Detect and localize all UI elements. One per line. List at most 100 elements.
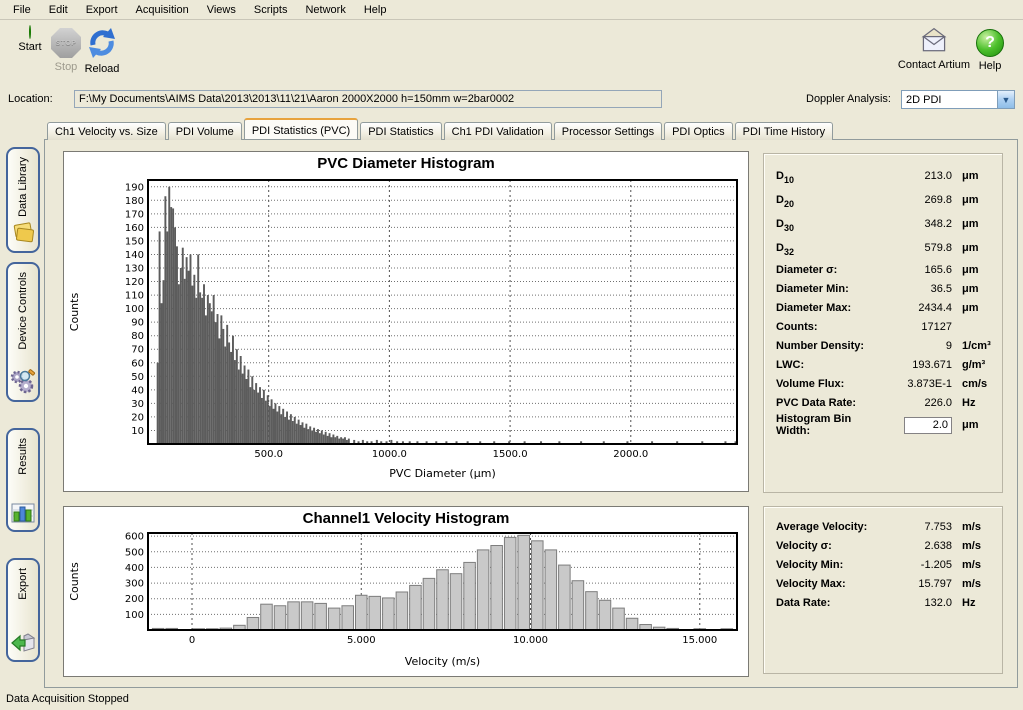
menu-bar: FileEditExportAcquisitionViewsScriptsNet… (0, 0, 1023, 20)
stat-value: 348.2 (880, 218, 952, 230)
stat-value: 226.0 (880, 397, 952, 409)
stat-label: Data Rate: (776, 597, 880, 609)
stat-unit: m/s (952, 559, 992, 571)
stat-value: 213.0 (880, 170, 952, 182)
stat-value: 3.873E-1 (880, 378, 952, 390)
stat-unit: 1/cm³ (952, 340, 992, 352)
stat-row: Diameter Max:2434.4μm (776, 298, 992, 317)
svg-text:30: 30 (131, 399, 144, 410)
export-arrow-icon (10, 632, 36, 654)
stat-unit: m/s (952, 521, 992, 533)
svg-text:1000.0: 1000.0 (372, 449, 407, 460)
location-row: Location: F:\My Documents\AIMS Data\2013… (0, 88, 1023, 112)
stat-value: 579.8 (880, 242, 952, 254)
stat-value: 17127 (880, 321, 952, 333)
svg-text:500.0: 500.0 (254, 449, 283, 460)
sidebar-item-data-library[interactable]: Data Library (6, 147, 40, 253)
stat-unit: μm (952, 170, 992, 182)
stat-row: Velocity σ:2.638m/s (776, 536, 992, 555)
stat-row: D10213.0μm (776, 164, 992, 188)
stat-label: Velocity σ: (776, 540, 880, 552)
help-button-label: Help (964, 60, 1016, 72)
tab-pdi-time-history[interactable]: PDI Time History (735, 122, 834, 140)
stat-unit: μm (952, 218, 992, 230)
stat-label: D32 (776, 242, 880, 254)
status-text: Data Acquisition Stopped (6, 693, 129, 705)
velocity-stats-panel: Average Velocity:7.753m/sVelocity σ:2.63… (763, 506, 1003, 674)
pvc-diameter-histogram-title: PVC Diameter Histogram (64, 152, 748, 172)
stat-row: Diameter Min:36.5μm (776, 279, 992, 298)
svg-text:130: 130 (125, 264, 144, 275)
stat-label: D30 (776, 218, 880, 230)
stat-value: 2.638 (880, 540, 952, 552)
stat-value: 193.671 (880, 359, 952, 371)
stat-unit: cm/s (952, 378, 992, 390)
menu-item-export[interactable]: Export (77, 2, 127, 18)
svg-text:0: 0 (189, 635, 195, 646)
svg-text:100: 100 (125, 304, 144, 315)
svg-text:2000.0: 2000.0 (613, 449, 648, 460)
svg-text:50: 50 (131, 372, 144, 383)
svg-text:600: 600 (125, 532, 144, 543)
tab-ch1-pdi-validation[interactable]: Ch1 PDI Validation (444, 122, 552, 140)
tab-ch1-velocity-vs-size[interactable]: Ch1 Velocity vs. Size (47, 122, 166, 140)
reload-button[interactable]: Reload (74, 26, 130, 75)
help-button[interactable]: ? Help (964, 26, 1016, 72)
tab-pdi-optics[interactable]: PDI Optics (664, 122, 733, 140)
contact-artium-label: Contact Artium (896, 59, 972, 71)
stat-label: PVC Data Rate: (776, 397, 880, 409)
svg-text:160: 160 (125, 223, 144, 234)
menu-item-file[interactable]: File (4, 2, 40, 18)
menu-item-network[interactable]: Network (296, 2, 354, 18)
tab-pdi-volume[interactable]: PDI Volume (168, 122, 242, 140)
svg-text:180: 180 (125, 196, 144, 207)
sidebar-item-results[interactable]: Results (6, 428, 40, 532)
stat-unit: g/m³ (952, 359, 992, 371)
svg-text:500: 500 (125, 547, 144, 558)
menu-item-edit[interactable]: Edit (40, 2, 77, 18)
folder-icon (10, 221, 36, 245)
stat-row: Average Velocity:7.753m/s (776, 517, 992, 536)
stat-value: 7.753 (880, 521, 952, 533)
svg-text:Velocity (m/s): Velocity (m/s) (405, 655, 480, 668)
stat-label: Volume Flux: (776, 378, 880, 390)
svg-text:200: 200 (125, 594, 144, 605)
svg-text:100: 100 (125, 610, 144, 621)
tab-pdi-statistics[interactable]: PDI Statistics (360, 122, 441, 140)
stat-row: PVC Data Rate:226.0Hz (776, 393, 992, 412)
svg-text:10.000: 10.000 (513, 635, 548, 646)
sidebar-item-device-controls[interactable]: Device Controls (6, 262, 40, 402)
doppler-analysis-label: Doppler Analysis: (806, 93, 891, 105)
stat-label: Number Density: (776, 340, 880, 352)
svg-text:170: 170 (125, 209, 144, 220)
tab-processor-settings[interactable]: Processor Settings (554, 122, 662, 140)
menu-item-help[interactable]: Help (355, 2, 396, 18)
svg-text:Counts: Counts (68, 562, 81, 601)
menu-item-scripts[interactable]: Scripts (245, 2, 297, 18)
tab-strip: Ch1 Velocity vs. SizePDI VolumePDI Stati… (44, 112, 1018, 139)
menu-item-views[interactable]: Views (198, 2, 245, 18)
help-icon: ? (976, 29, 1004, 57)
velocity-histogram-title: Channel1 Velocity Histogram (64, 507, 748, 527)
menu-item-acquisition[interactable]: Acquisition (127, 2, 198, 18)
stat-unit: Hz (952, 397, 992, 409)
svg-text:60: 60 (131, 358, 144, 369)
stat-value: 15.797 (880, 578, 952, 590)
stat-row: Histogram Bin Width:μm (776, 412, 992, 438)
svg-text:Counts: Counts (68, 293, 81, 332)
svg-text:80: 80 (131, 331, 144, 342)
contact-artium-button[interactable]: Contact Artium (896, 26, 972, 71)
sidebar-item-label: Device Controls (17, 272, 29, 350)
location-field[interactable]: F:\My Documents\AIMS Data\2013\2013\11\2… (74, 90, 662, 108)
tab-pdi-statistics-pvc-[interactable]: PDI Statistics (PVC) (244, 118, 358, 139)
envelope-icon (918, 26, 950, 56)
chevron-down-icon[interactable]: ▼ (997, 91, 1014, 108)
doppler-analysis-dropdown[interactable]: 2D PDI ▼ (901, 90, 1015, 109)
sidebar-item-export[interactable]: Export (6, 558, 40, 662)
stat-row: Velocity Min:-1.205m/s (776, 555, 992, 574)
histogram-bin-width-input[interactable] (904, 417, 952, 434)
svg-text:10: 10 (131, 426, 144, 437)
svg-text:70: 70 (131, 345, 144, 356)
stat-label: Histogram Bin Width: (776, 413, 880, 437)
svg-text:190: 190 (125, 182, 144, 193)
